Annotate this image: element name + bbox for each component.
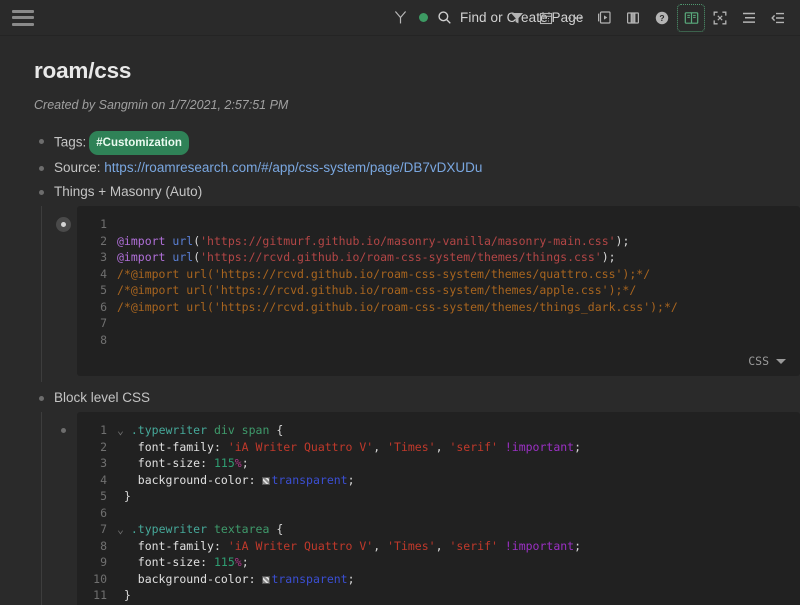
hamburger-icon[interactable]	[12, 9, 34, 26]
line-number: 2	[100, 233, 107, 248]
list-icon[interactable]	[736, 5, 762, 31]
calendar-icon[interactable]	[533, 5, 559, 31]
bullet-point[interactable]	[34, 183, 49, 201]
page-title[interactable]: roam/css	[34, 58, 800, 84]
line-number: 5	[100, 489, 107, 503]
code-content-2[interactable]: 1 ⌄ .typewriter div span { 2 font-family:…	[77, 422, 800, 604]
block-block-level-css: Block level CSS 1 ⌄ .typewriter div span …	[34, 388, 800, 605]
hamburger-line	[12, 22, 34, 26]
top-bar-actions: ?	[504, 3, 791, 32]
line-number: 8	[100, 538, 107, 553]
line-number: 8	[100, 332, 107, 347]
block-list: Tags: #Customization Source: https://roam…	[34, 131, 800, 605]
block-things-masonry: Things + Masonry (Auto) 1 2 @import url('…	[34, 182, 800, 382]
hamburger-line	[12, 16, 34, 19]
open-book-icon[interactable]	[677, 3, 705, 32]
section1-heading[interactable]: Things + Masonry (Auto)	[49, 182, 202, 202]
bullet-point[interactable]	[56, 421, 71, 439]
search-icon	[438, 11, 451, 24]
ellipsis-icon[interactable]	[562, 5, 588, 31]
color-swatch-icon	[262, 476, 271, 485]
code-block-things-masonry[interactable]: 1 2 @import url('https://gitmurf.github.i…	[77, 206, 800, 376]
tag-pill-customization[interactable]: #Customization	[89, 131, 189, 155]
source-url-link[interactable]: https://roamresearch.com/#/app/css-syste…	[104, 160, 482, 175]
section1-code-child: 1 2 @import url('https://gitmurf.github.i…	[34, 206, 800, 382]
bullet-point[interactable]	[34, 159, 49, 177]
collapse-right-icon[interactable]	[765, 5, 791, 31]
svg-text:?: ?	[659, 13, 664, 23]
tags-block-text[interactable]: Tags: #Customization	[49, 131, 189, 155]
block-tags: Tags: #Customization	[34, 131, 800, 155]
help-icon[interactable]: ?	[649, 5, 675, 31]
block-guide-line	[41, 412, 42, 605]
line-number: 6	[100, 505, 107, 520]
block-guide-line	[41, 206, 42, 382]
line-number: 7	[100, 522, 107, 536]
section2-code-child: 1 ⌄ .typewriter div span { 2 font-family:…	[34, 412, 800, 605]
section2-heading[interactable]: Block level CSS	[49, 388, 150, 408]
line-number: 11	[93, 588, 107, 602]
line-number: 4	[100, 266, 107, 281]
tags-label: Tags:	[54, 134, 87, 150]
columns-icon[interactable]	[620, 5, 646, 31]
code-language-label[interactable]: CSS	[748, 354, 769, 368]
code-language-selector-1[interactable]: CSS	[77, 348, 800, 370]
source-block-text[interactable]: Source: https://roamresearch.com/#/app/c…	[49, 158, 482, 178]
line-number: 1	[100, 423, 107, 437]
line-number: 6	[100, 299, 107, 314]
page-created-meta: Created by Sangmin on 1/7/2021, 2:57:51 …	[34, 98, 289, 112]
presentation-icon[interactable]	[591, 5, 617, 31]
hamburger-line	[12, 9, 34, 13]
bullet-point-collapsed[interactable]	[56, 215, 71, 233]
line-number: 9	[100, 555, 107, 569]
line-number: 2	[100, 439, 107, 454]
page-body: roam/css Created by Sangmin on 1/7/2021,…	[0, 36, 800, 605]
chevron-down-icon[interactable]	[776, 358, 786, 364]
source-label: Source:	[54, 160, 101, 175]
line-number: 5	[100, 283, 107, 297]
line-number: 1	[100, 217, 107, 231]
code-content-1[interactable]: 1 2 @import url('https://gitmurf.github.i…	[77, 216, 800, 348]
bullet-point[interactable]	[34, 389, 49, 407]
top-bar: Find or Create Page ?	[0, 0, 800, 36]
code-block-block-level-css[interactable]: 1 ⌄ .typewriter div span { 2 font-family:…	[77, 412, 800, 605]
line-number: 7	[100, 316, 107, 330]
line-number: 3	[100, 250, 107, 264]
bullet-point[interactable]	[34, 132, 49, 150]
filter-icon[interactable]	[504, 5, 530, 31]
line-number: 10	[93, 571, 107, 586]
graph-overview-icon[interactable]	[390, 8, 410, 28]
sync-status-dot	[419, 13, 428, 22]
fullscreen-icon[interactable]	[707, 5, 733, 31]
color-swatch-icon	[262, 575, 271, 584]
block-source: Source: https://roamresearch.com/#/app/c…	[34, 158, 800, 179]
line-number: 3	[100, 456, 107, 470]
line-number: 4	[100, 472, 107, 487]
